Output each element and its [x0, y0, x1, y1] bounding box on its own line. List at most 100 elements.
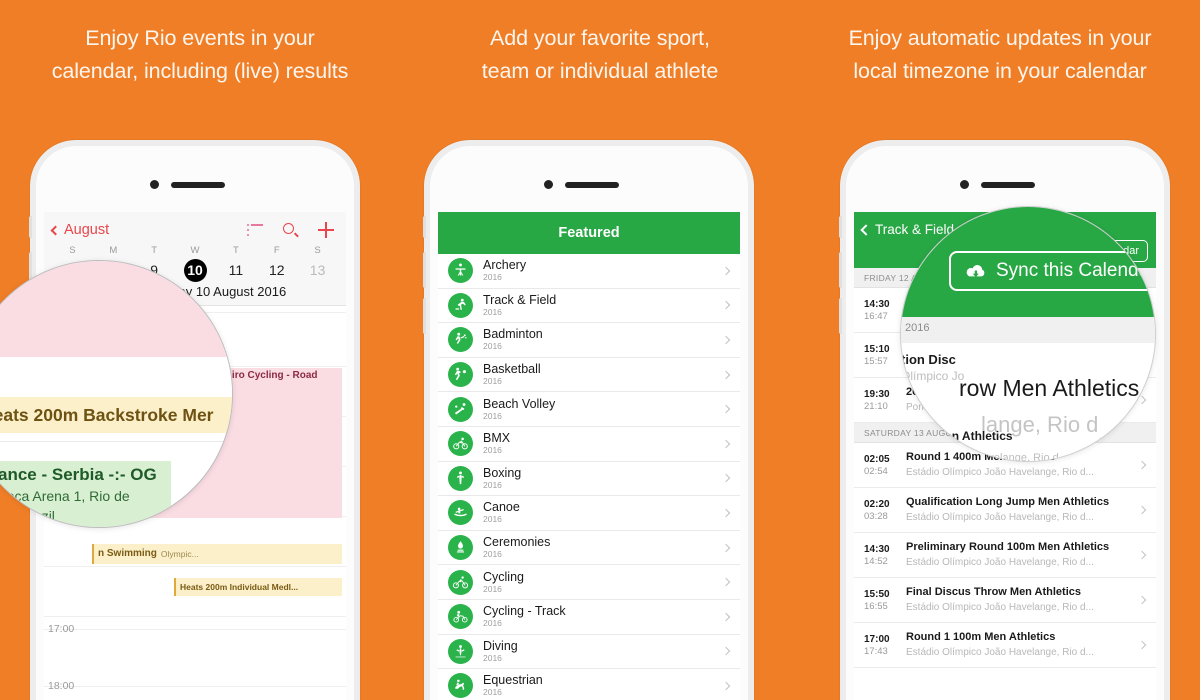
event-end-time: 17:43 — [864, 645, 888, 657]
list-item[interactable]: Canoe 2016 — [438, 496, 740, 531]
phone-side-button — [423, 216, 426, 238]
list-item[interactable]: Archery 2016 — [438, 254, 740, 289]
event-times: 19:30 21:10 — [864, 388, 902, 413]
magnified-event-france-serbia[interactable]: France - Serbia -:- OG Carioca Arena 1, … — [0, 461, 171, 527]
chevron-right-icon — [721, 474, 731, 483]
front-camera-icon — [544, 180, 553, 189]
sport-name: Boxing — [483, 465, 522, 480]
hour-label: 18:00 — [48, 680, 75, 692]
event-name: Qualification Long Jump Men Athletics — [906, 496, 1110, 508]
calendar-actions — [247, 222, 338, 238]
list-item[interactable]: Cycling 2016 — [438, 565, 740, 600]
magnified-event-title: France - Serbia -:- OG — [0, 465, 157, 484]
sport-year: 2016 — [483, 272, 502, 283]
chevron-right-icon — [721, 301, 731, 310]
sports-list[interactable]: Archery 2016 Track & Field 2016 Badminton 201… — [438, 254, 740, 700]
chevron-right-icon — [721, 508, 731, 518]
weekday-initials-row: S M T W T F S — [52, 245, 338, 256]
calendar-event[interactable]: n Swimming Olympic... — [92, 544, 342, 564]
sport-name: Cycling — [483, 569, 524, 584]
list-item[interactable]: Badminton 2016 — [438, 323, 740, 358]
magnified-event-title: Heats 200m Backstroke Mer — [0, 404, 214, 425]
sports-screen: Featured Archery 2016 Track & Field 2016 Bad… — [438, 212, 740, 700]
weekday-initial: T — [232, 245, 239, 256]
event-row[interactable]: 14:30 14:52 Preliminary Round 100m Men Ath… — [854, 533, 1156, 578]
event-times: 15:50 16:55 — [864, 588, 902, 613]
list-item[interactable]: Equestrian 2016 — [438, 669, 740, 700]
sport-name: Archery — [483, 258, 527, 273]
sport-name: Ceremonies — [483, 535, 551, 550]
magnified-line-3: 800m Men Athletics — [901, 429, 1013, 443]
event-venue: Estádio Olímpico João Havelange, Rio d..… — [906, 467, 1094, 478]
phone-side-button — [29, 216, 32, 238]
event-times: 14:30 14:52 — [864, 543, 902, 568]
list-icon[interactable] — [247, 224, 263, 236]
list-item[interactable]: Beach Volley 2016 — [438, 392, 740, 427]
phone-volume-up-button — [423, 252, 426, 288]
event-name: Round 1 100m Men Athletics — [906, 631, 1056, 643]
list-item[interactable]: Basketball 2016 — [438, 358, 740, 393]
front-camera-icon — [150, 180, 159, 189]
chevron-right-icon — [721, 577, 731, 587]
calendar-event[interactable]: Heats 200m Individual Medl... — [174, 578, 342, 596]
magnified-event-name: row Men Athletics — [959, 375, 1140, 401]
weekday-initial: F — [273, 245, 280, 256]
basketball-icon — [448, 362, 473, 388]
list-item[interactable]: Cycling - Track 2016 — [438, 600, 740, 635]
chevron-right-icon — [1137, 640, 1147, 650]
day-cell[interactable]: 13 — [297, 262, 338, 278]
magnified-event-venue-line2: neiro, Brazil — [0, 508, 55, 524]
headline-3-line1: Enjoy automatic updates in your — [848, 26, 1152, 50]
list-item[interactable]: BMX 2016 — [438, 427, 740, 462]
weekday-initial: S — [69, 245, 76, 256]
magnified-sync-label: Sync this Calendar — [996, 260, 1156, 281]
sport-name: Equestrian — [483, 673, 543, 688]
earpiece-speaker-icon — [565, 182, 619, 188]
event-start-time: 02:05 — [864, 453, 890, 465]
event-row[interactable]: 02:20 03:28 Qualification Long Jump Men At… — [854, 488, 1156, 533]
hour-label: 17:00 — [48, 623, 75, 635]
event-name: Preliminary Round 100m Men Athletics — [906, 541, 1110, 553]
event-start-time: 14:30 — [864, 298, 890, 310]
list-item[interactable]: Ceremonies 2016 — [438, 531, 740, 566]
day-cell[interactable]: 12 — [256, 262, 297, 278]
equestrian-icon — [448, 673, 473, 699]
sport-year: 2016 — [483, 410, 502, 421]
event-row[interactable]: 15:50 16:55 Final Discus Throw Men Athleti… — [854, 578, 1156, 623]
chevron-right-icon — [721, 266, 731, 276]
sport-name: Diving — [483, 638, 518, 653]
event-venue: Estádio Olímpico João Havelange, Rio d..… — [906, 602, 1094, 613]
plus-icon[interactable] — [318, 222, 334, 238]
magnified-event-backstroke[interactable]: Heats 200m Backstroke Mer — [0, 397, 232, 433]
back-label: August — [64, 222, 110, 238]
back-to-august-button[interactable]: August — [50, 222, 110, 238]
weekday-initial: M — [109, 245, 118, 256]
magnified-section-header — [901, 317, 1155, 343]
magnified-line-4: Olímpico João Havelange, Rio d... — [901, 452, 1068, 462]
beach-volley-icon — [448, 396, 473, 422]
chevron-right-icon — [721, 335, 731, 345]
headline-1-line1: Enjoy Rio events in your — [85, 26, 315, 50]
sport-year: 2016 — [483, 376, 502, 387]
event-row[interactable]: 17:00 17:43 Round 1 100m Men Athletics Está… — [854, 623, 1156, 668]
calendar-event-title: n Swimming — [98, 548, 157, 559]
list-item[interactable]: Boxing 2016 — [438, 462, 740, 497]
phone-side-button — [839, 216, 842, 238]
event-times: 17:00 17:43 — [864, 633, 902, 658]
list-item[interactable]: Diving 2016 — [438, 635, 740, 670]
search-icon[interactable] — [283, 222, 299, 238]
headline-1-line2: calendar, including (live) results — [51, 59, 349, 83]
chevron-right-icon — [721, 370, 731, 379]
magnified-sync-this-calendar-button[interactable]: Sync this Calendar — [949, 251, 1156, 291]
phone-earpiece-area-3 — [846, 146, 1164, 212]
list-item[interactable]: Track & Field 2016 — [438, 289, 740, 324]
phone-mockup-2: Featured Archery 2016 Track & Field 2016 Bad… — [423, 140, 754, 700]
phone-screen-bezel-2: Featured Archery 2016 Track & Field 2016 Bad… — [430, 146, 748, 700]
phone-earpiece-area-1 — [36, 146, 354, 212]
chevron-right-icon — [721, 681, 731, 691]
chevron-right-icon — [1137, 460, 1147, 470]
sport-year: 2016 — [483, 514, 502, 525]
chevron-right-icon — [721, 647, 731, 656]
magnified-line-1: tion Disc — [901, 352, 956, 367]
phone-volume-down-button — [423, 298, 426, 334]
